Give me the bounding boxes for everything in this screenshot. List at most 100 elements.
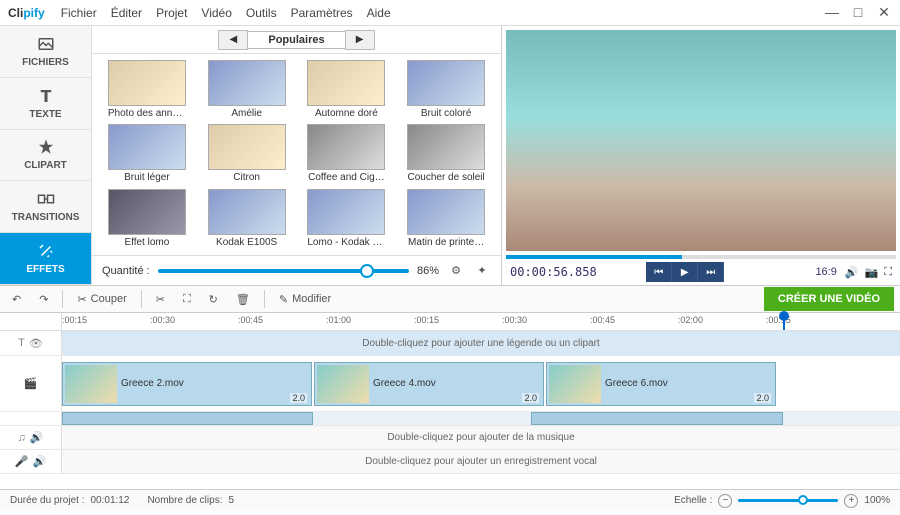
sidebar-item-effets[interactable]: EFFETS xyxy=(0,233,91,285)
playhead[interactable] xyxy=(783,313,785,330)
volume-icon[interactable]: 🔊 xyxy=(845,266,859,279)
minimize-button[interactable]: ― xyxy=(824,4,840,21)
snapshot-icon[interactable]: 📷 xyxy=(865,266,879,279)
effect-item[interactable]: Kodak E100S xyxy=(202,189,292,249)
menu-fichier[interactable]: Fichier xyxy=(61,6,97,20)
create-video-button[interactable]: CRÉER UNE VIDÉO xyxy=(764,287,894,311)
effect-item[interactable]: Matin de printe… xyxy=(401,189,491,249)
effect-label: Coffee and Cig… xyxy=(308,172,385,183)
effect-label: Amélie xyxy=(231,108,262,119)
scale-label: Echelle : xyxy=(674,495,712,506)
quantity-label: Quantité : xyxy=(102,265,150,277)
timeline-toolbar: ↶ ↷ ✂ Couper ✂ ⛶ ↻ 🗑 ✎ Modifier CRÉER UN… xyxy=(0,285,900,313)
video-track-icon: 🎬 xyxy=(24,377,38,390)
video-clip[interactable]: Greece 6.mov2.0 xyxy=(546,362,776,406)
zoom-value: 100% xyxy=(864,495,890,506)
crop-button[interactable]: ⛶ xyxy=(177,290,197,309)
settings-icon[interactable]: ⚙ xyxy=(447,262,465,280)
fullscreen-icon[interactable]: ⛶ xyxy=(884,266,892,279)
video-clip[interactable]: Greece 2.mov2.0 xyxy=(62,362,312,406)
effect-item[interactable]: Photo des anné… xyxy=(102,60,192,120)
clip-name: Greece 2.mov xyxy=(121,378,184,389)
effect-label: Coucher de soleil xyxy=(407,172,484,183)
rotate-button[interactable]: ↻ xyxy=(203,290,224,309)
edit-button[interactable]: ✎ Modifier xyxy=(273,290,337,309)
visibility-icon[interactable]: 👁 xyxy=(29,337,43,350)
effect-thumb xyxy=(208,60,286,106)
sidebar-label: FICHIERS xyxy=(22,57,69,68)
menu-outils[interactable]: Outils xyxy=(246,6,277,20)
track-text: T👁 Double-cliquez pour ajouter une légen… xyxy=(0,331,900,356)
magic-wand-icon xyxy=(37,242,55,260)
delete-button[interactable]: 🗑 xyxy=(230,290,256,309)
quantity-slider[interactable] xyxy=(158,269,409,273)
menu-video[interactable]: Vidéo xyxy=(201,6,231,20)
window-buttons: ― □ ✕ xyxy=(824,4,892,21)
sidebar-label: CLIPART xyxy=(24,160,67,171)
menu-editer[interactable]: Éditer xyxy=(111,6,142,20)
track-effects xyxy=(0,412,900,426)
zoom-out-button[interactable]: − xyxy=(718,494,732,508)
mic-track-icon: 🎤 xyxy=(15,455,29,468)
category-next-button[interactable]: ▶ xyxy=(345,30,375,50)
effect-thumb xyxy=(108,124,186,170)
effect-item[interactable]: Bruit coloré xyxy=(401,60,491,120)
mute-icon[interactable]: 🔊 xyxy=(30,431,44,444)
video-clip[interactable]: Greece 4.mov2.0 xyxy=(314,362,544,406)
effect-item[interactable]: Coucher de soleil xyxy=(401,124,491,184)
cut-button[interactable]: ✂ Couper xyxy=(71,290,132,309)
clip-thumb xyxy=(317,365,369,403)
effect-label: Photo des anné… xyxy=(108,108,186,119)
clip-duration: 2.0 xyxy=(754,393,771,403)
tracks: T👁 Double-cliquez pour ajouter une légen… xyxy=(0,331,900,489)
effect-label: Bruit léger xyxy=(124,172,170,183)
music-placeholder: Double-cliquez pour ajouter de la musiqu… xyxy=(62,426,900,449)
clips-label: Nombre de clips: xyxy=(147,495,222,506)
effect-item[interactable]: Lomo - Kodak Film xyxy=(302,189,392,249)
play-button[interactable]: ▶ xyxy=(672,262,698,282)
effect-thumb xyxy=(407,189,485,235)
effect-item[interactable]: Automne doré xyxy=(302,60,392,120)
effect-thumb xyxy=(208,189,286,235)
menu-parametres[interactable]: Paramètres xyxy=(291,6,353,20)
split-button[interactable]: ✂ xyxy=(150,290,171,309)
mute-icon[interactable]: 🔊 xyxy=(33,455,47,468)
next-frame-button[interactable]: ⏭ xyxy=(698,262,724,282)
aspect-ratio[interactable]: 16:9 xyxy=(815,266,836,278)
effect-item[interactable]: Amélie xyxy=(202,60,292,120)
preview-video[interactable] xyxy=(506,30,896,251)
ruler-tick: :00:45 xyxy=(238,315,263,325)
category-prev-button[interactable]: ◀ xyxy=(218,30,248,50)
timeline-ruler[interactable]: :00:15:00:30:00:45:01:00:00:15:00:30:00:… xyxy=(0,313,900,331)
sidebar-item-texte[interactable]: TEXTE xyxy=(0,78,91,130)
sidebar-label: TEXTE xyxy=(29,109,61,120)
sidebar-item-clipart[interactable]: CLIPART xyxy=(0,130,91,182)
effect-item[interactable]: Effet lomo xyxy=(102,189,192,249)
wand-icon[interactable]: ✦ xyxy=(473,262,491,280)
zoom-slider[interactable] xyxy=(738,499,838,502)
effect-thumb xyxy=(407,124,485,170)
redo-button[interactable]: ↷ xyxy=(33,290,54,309)
menu-aide[interactable]: Aide xyxy=(367,6,391,20)
effect-item[interactable]: Citron xyxy=(202,124,292,184)
effect-item[interactable]: Coffee and Cig… xyxy=(302,124,392,184)
sidebar-item-fichiers[interactable]: FICHIERS xyxy=(0,26,91,78)
category-label[interactable]: Populaires xyxy=(248,31,344,49)
undo-button[interactable]: ↶ xyxy=(6,290,27,309)
menu-projet[interactable]: Projet xyxy=(156,6,187,20)
music-track-icon: ♫ xyxy=(18,432,26,444)
transition-icon xyxy=(37,190,55,208)
track-music: ♫ 🔊 Double-cliquez pour ajouter de la mus… xyxy=(0,426,900,450)
clip-name: Greece 4.mov xyxy=(373,378,436,389)
effect-item[interactable]: Bruit léger xyxy=(102,124,192,184)
timecode: 00:00:56.858 xyxy=(510,265,597,279)
effect-label: Bruit coloré xyxy=(421,108,472,119)
ruler-tick: :00:15 xyxy=(62,315,87,325)
zoom-in-button[interactable]: + xyxy=(844,494,858,508)
image-icon xyxy=(37,35,55,53)
close-button[interactable]: ✕ xyxy=(876,4,892,21)
prev-frame-button[interactable]: ⏮ xyxy=(646,262,672,282)
sidebar-item-transitions[interactable]: TRANSITIONS xyxy=(0,181,91,233)
maximize-button[interactable]: □ xyxy=(850,4,866,21)
effect-label: Effet lomo xyxy=(124,237,169,248)
